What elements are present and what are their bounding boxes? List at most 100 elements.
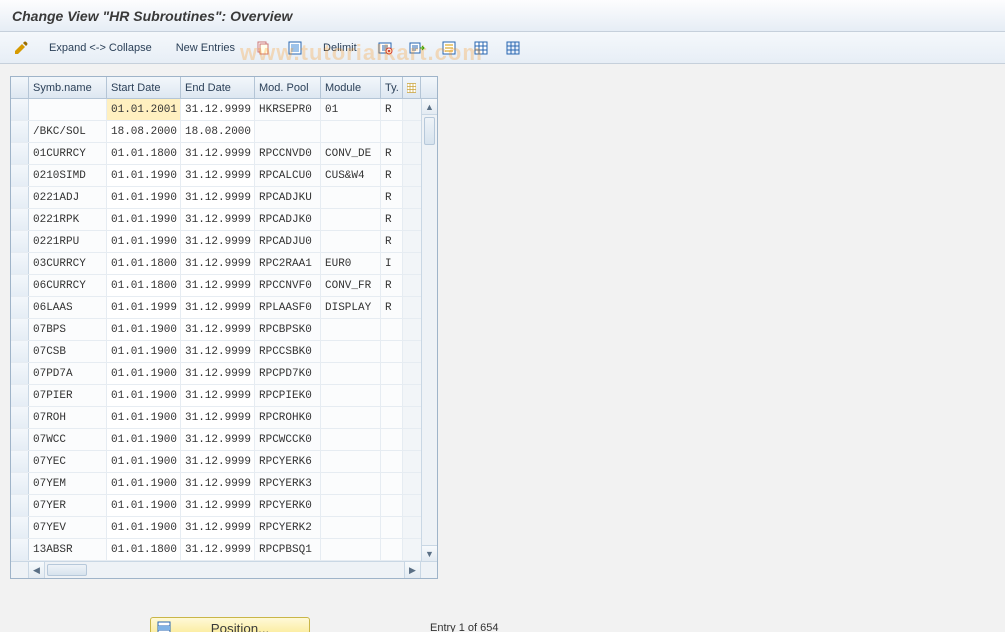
- cell-end-date[interactable]: 31.12.9999: [181, 231, 255, 252]
- cell-symb-name[interactable]: /BKC/SOL: [29, 121, 107, 142]
- row-selector[interactable]: [11, 517, 29, 538]
- cell-end-date[interactable]: 18.08.2000: [181, 121, 255, 142]
- cell-module[interactable]: [321, 451, 381, 472]
- scroll-left-icon[interactable]: ◀: [29, 562, 45, 578]
- cell-start-date[interactable]: 01.01.1900: [107, 517, 181, 538]
- cell-mod-pool[interactable]: RPCADJU0: [255, 231, 321, 252]
- cell-module[interactable]: [321, 495, 381, 516]
- cell-ty[interactable]: [381, 385, 403, 406]
- cell-mod-pool[interactable]: [255, 121, 321, 142]
- row-selector[interactable]: [11, 539, 29, 560]
- cell-mod-pool[interactable]: HKRSEPR0: [255, 99, 321, 120]
- cell-module[interactable]: [321, 231, 381, 252]
- expand-collapse-button[interactable]: Expand <-> Collapse: [40, 37, 161, 59]
- header-module[interactable]: Module: [321, 77, 381, 98]
- cell-module[interactable]: DISPLAY: [321, 297, 381, 318]
- cell-symb-name[interactable]: 06LAAS: [29, 297, 107, 318]
- cell-end-date[interactable]: 31.12.9999: [181, 165, 255, 186]
- scroll-right-icon[interactable]: ▶: [405, 562, 421, 578]
- cell-mod-pool[interactable]: RPCADJK0: [255, 209, 321, 230]
- cell-end-date[interactable]: 31.12.9999: [181, 407, 255, 428]
- position-button[interactable]: Position...: [150, 617, 310, 632]
- cell-start-date[interactable]: 01.01.1800: [107, 275, 181, 296]
- print-icon[interactable]: [436, 37, 462, 59]
- cell-mod-pool[interactable]: RPCPBSQ1: [255, 539, 321, 560]
- cell-end-date[interactable]: 31.12.9999: [181, 451, 255, 472]
- cell-mod-pool[interactable]: RPC2RAA1: [255, 253, 321, 274]
- cell-ty[interactable]: R: [381, 275, 403, 296]
- cell-module[interactable]: 01: [321, 99, 381, 120]
- row-selector[interactable]: [11, 165, 29, 186]
- cell-symb-name[interactable]: 06CURRCY: [29, 275, 107, 296]
- cell-module[interactable]: [321, 429, 381, 450]
- copy-icon[interactable]: [250, 37, 276, 59]
- select-all-icon[interactable]: [282, 37, 308, 59]
- header-symb-name[interactable]: Symb.name: [29, 77, 107, 98]
- row-selector[interactable]: [11, 231, 29, 252]
- cell-ty[interactable]: R: [381, 99, 403, 120]
- hscroll-thumb[interactable]: [47, 564, 87, 576]
- cell-mod-pool[interactable]: RPCYERK3: [255, 473, 321, 494]
- row-selector[interactable]: [11, 275, 29, 296]
- cell-start-date[interactable]: 01.01.1990: [107, 187, 181, 208]
- cell-symb-name[interactable]: 03CURRCY: [29, 253, 107, 274]
- row-selector[interactable]: [11, 385, 29, 406]
- cell-symb-name[interactable]: 07YEM: [29, 473, 107, 494]
- cell-module[interactable]: [321, 473, 381, 494]
- cell-end-date[interactable]: 31.12.9999: [181, 341, 255, 362]
- cell-symb-name[interactable]: 07CSB: [29, 341, 107, 362]
- cell-ty[interactable]: I: [381, 253, 403, 274]
- header-end-date[interactable]: End Date: [181, 77, 255, 98]
- horizontal-scrollbar[interactable]: ◀ ▶: [11, 561, 437, 578]
- cell-ty[interactable]: [381, 429, 403, 450]
- cell-symb-name[interactable]: 07YER: [29, 495, 107, 516]
- edit-icon[interactable]: [8, 37, 34, 59]
- row-selector[interactable]: [11, 297, 29, 318]
- row-selector[interactable]: [11, 495, 29, 516]
- cell-ty[interactable]: [381, 473, 403, 494]
- cell-ty[interactable]: [381, 363, 403, 384]
- cell-module[interactable]: CUS&W4: [321, 165, 381, 186]
- cell-end-date[interactable]: 31.12.9999: [181, 297, 255, 318]
- cell-module[interactable]: CONV_FR: [321, 275, 381, 296]
- cell-start-date[interactable]: 01.01.1990: [107, 209, 181, 230]
- cell-mod-pool[interactable]: RPCPIEK0: [255, 385, 321, 406]
- cell-start-date[interactable]: 01.01.1900: [107, 341, 181, 362]
- cell-ty[interactable]: [381, 407, 403, 428]
- cell-symb-name[interactable]: 07YEC: [29, 451, 107, 472]
- cell-symb-name[interactable]: [29, 99, 107, 120]
- cell-start-date[interactable]: 01.01.1990: [107, 165, 181, 186]
- cell-module[interactable]: [321, 121, 381, 142]
- cell-ty[interactable]: [381, 451, 403, 472]
- next-entry-icon[interactable]: [404, 37, 430, 59]
- cell-module[interactable]: [321, 209, 381, 230]
- hscroll-track[interactable]: [45, 562, 405, 578]
- vscroll-thumb[interactable]: [424, 117, 435, 145]
- cell-symb-name[interactable]: 01CURRCY: [29, 143, 107, 164]
- cell-symb-name[interactable]: 07ROH: [29, 407, 107, 428]
- cell-symb-name[interactable]: 07BPS: [29, 319, 107, 340]
- cell-end-date[interactable]: 31.12.9999: [181, 363, 255, 384]
- cell-mod-pool[interactable]: RPCCNVF0: [255, 275, 321, 296]
- cell-end-date[interactable]: 31.12.9999: [181, 143, 255, 164]
- cell-end-date[interactable]: 31.12.9999: [181, 209, 255, 230]
- scroll-up-icon[interactable]: ▲: [422, 99, 437, 115]
- cell-module[interactable]: [321, 407, 381, 428]
- cell-module[interactable]: [321, 539, 381, 560]
- row-selector[interactable]: [11, 209, 29, 230]
- cell-end-date[interactable]: 31.12.9999: [181, 517, 255, 538]
- cell-mod-pool[interactable]: RPCADJKU: [255, 187, 321, 208]
- vscroll-track[interactable]: [422, 115, 437, 545]
- cell-ty[interactable]: R: [381, 143, 403, 164]
- cell-start-date[interactable]: 01.01.1999: [107, 297, 181, 318]
- cell-start-date[interactable]: 01.01.1900: [107, 429, 181, 450]
- cell-start-date[interactable]: 01.01.1800: [107, 539, 181, 560]
- cell-module[interactable]: [321, 517, 381, 538]
- header-mod-pool[interactable]: Mod. Pool: [255, 77, 321, 98]
- row-selector[interactable]: [11, 143, 29, 164]
- cell-start-date[interactable]: 18.08.2000: [107, 121, 181, 142]
- cell-start-date[interactable]: 01.01.1900: [107, 451, 181, 472]
- row-selector[interactable]: [11, 473, 29, 494]
- cell-mod-pool[interactable]: RPCCSBK0: [255, 341, 321, 362]
- cell-ty[interactable]: R: [381, 165, 403, 186]
